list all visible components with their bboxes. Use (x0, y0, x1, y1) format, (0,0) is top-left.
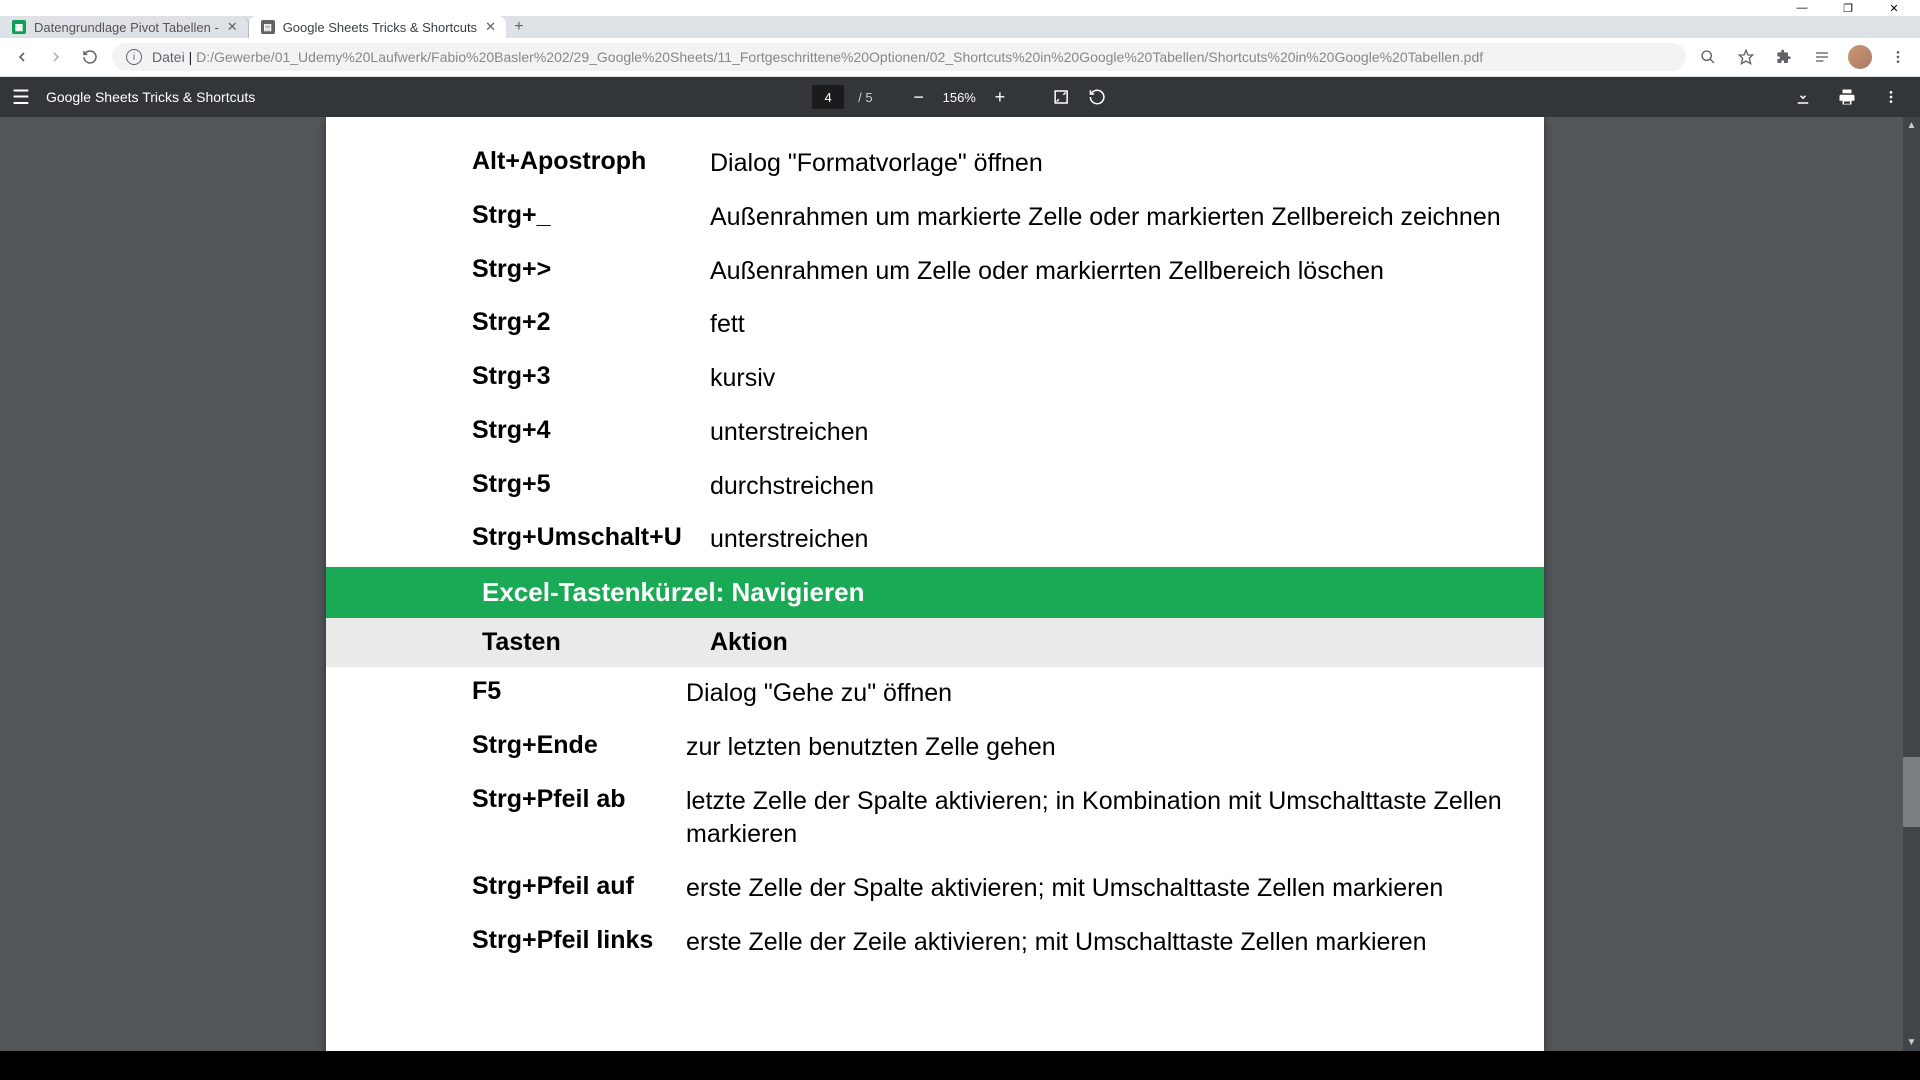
window-minimize-button[interactable]: — (1794, 0, 1810, 16)
vertical-scrollbar[interactable]: ▲ ▼ (1903, 117, 1920, 1051)
shortcut-key: Strg+4 (472, 416, 710, 445)
bottom-black-strip (0, 1051, 1920, 1080)
page-total-label: / 5 (858, 90, 872, 105)
browser-tabstrip: ▦ Datengrundlage Pivot Tabellen - ✕ ▤ Go… (0, 16, 1920, 38)
site-info-icon[interactable]: i (126, 49, 142, 65)
shortcut-key: Strg+2 (472, 308, 710, 337)
tab-title: Datengrundlage Pivot Tabellen - (34, 20, 219, 35)
shortcut-row: Strg+4 unterstreichen (472, 406, 1544, 460)
shortcut-key: Strg+Pfeil ab (472, 785, 686, 814)
shortcut-action: unterstreichen (710, 416, 898, 450)
rotate-icon[interactable] (1086, 88, 1108, 106)
shortcut-action: unterstreichen (710, 523, 898, 557)
tab-close-icon[interactable]: ✕ (485, 19, 496, 35)
shortcut-key: Strg+3 (472, 362, 710, 391)
shortcut-row: Strg+Ende zur letzten benutzten Zelle ge… (472, 721, 1544, 775)
shortcut-action: zur letzten benutzten Zelle gehen (686, 731, 1086, 765)
fit-to-page-icon[interactable] (1050, 88, 1072, 106)
extensions-icon[interactable] (1772, 45, 1796, 69)
scroll-down-arrow-icon[interactable]: ▼ (1903, 1034, 1920, 1051)
shortcut-row: F5 Dialog "Gehe zu" öffnen (472, 667, 1544, 721)
zoom-indicator-icon[interactable] (1696, 45, 1720, 69)
section-header-navigation: Excel-Tastenkürzel: Navigieren (326, 567, 1544, 618)
scrollbar-thumb[interactable] (1903, 757, 1920, 827)
table-header-row: Tasten Aktion (326, 618, 1544, 667)
shortcut-row: Strg+3 kursiv (472, 352, 1544, 406)
print-icon[interactable] (1836, 88, 1858, 106)
shortcut-key: F5 (472, 677, 686, 706)
pdf-icon: ▤ (261, 20, 275, 34)
column-header-action: Aktion (710, 628, 788, 657)
pdf-viewer-area[interactable]: Alt+Apostroph Dialog "Formatvorlage" öff… (0, 117, 1920, 1051)
more-options-icon[interactable] (1880, 89, 1902, 105)
page-number-input[interactable] (812, 85, 844, 109)
shortcut-row: Alt+Apostroph Dialog "Formatvorlage" öff… (472, 137, 1544, 191)
shortcut-row: Strg+> Außenrahmen um Zelle oder markier… (472, 245, 1544, 299)
new-tab-button[interactable]: + (506, 16, 532, 38)
shortcut-action: Außenrahmen um Zelle oder markierrten Ze… (710, 255, 1414, 289)
browser-toolbar: i Datei | D:/Gewerbe/01_Udemy%20Laufwerk… (0, 38, 1920, 77)
bookmark-star-icon[interactable] (1734, 45, 1758, 69)
zoom-in-button[interactable]: + (990, 87, 1010, 107)
shortcut-key: Strg+Pfeil links (472, 926, 686, 955)
shortcut-row: Strg+Pfeil ab letzte Zelle der Spalte ak… (472, 775, 1544, 863)
profile-avatar[interactable] (1848, 45, 1872, 69)
shortcut-action: erste Zelle der Spalte aktivieren; mit U… (686, 872, 1473, 906)
shortcut-row: Strg+5 durchstreichen (472, 460, 1544, 514)
shortcut-key: Strg+Pfeil auf (472, 872, 686, 901)
back-button[interactable] (10, 45, 34, 69)
scroll-up-arrow-icon[interactable]: ▲ (1903, 117, 1920, 134)
shortcut-key: Strg+5 (472, 470, 710, 499)
shortcut-key: Alt+Apostroph (472, 147, 710, 176)
tab-title: Google Sheets Tricks & Shortcuts (283, 20, 477, 35)
shortcut-row: Strg+2 fett (472, 298, 1544, 352)
shortcut-row: Strg+Pfeil auf erste Zelle der Spalte ak… (472, 862, 1544, 916)
shortcut-key: Strg+_ (472, 201, 710, 230)
shortcut-action: fett (710, 308, 775, 342)
browser-tab-1[interactable]: ▤ Google Sheets Tricks & Shortcuts ✕ (249, 16, 506, 38)
pdf-toolbar: ☰ Google Sheets Tricks & Shortcuts / 5 −… (0, 77, 1920, 117)
window-titlebar: — ❐ ✕ (0, 0, 1920, 16)
reading-list-icon[interactable] (1810, 45, 1834, 69)
browser-menu-icon[interactable] (1886, 45, 1910, 69)
shortcut-action: durchstreichen (710, 470, 904, 504)
shortcut-action: erste Zelle der Zeile aktivieren; mit Um… (686, 926, 1457, 960)
shortcut-action: Dialog "Formatvorlage" öffnen (710, 147, 1073, 181)
window-maximize-button[interactable]: ❐ (1840, 0, 1856, 16)
window-close-button[interactable]: ✕ (1886, 0, 1902, 16)
shortcut-key: Strg+Ende (472, 731, 686, 760)
reload-button[interactable] (78, 45, 102, 69)
shortcut-row: Strg+Umschalt+U unterstreichen (472, 513, 1544, 567)
zoom-level-label: 156% (943, 90, 976, 105)
address-bar[interactable]: i Datei | D:/Gewerbe/01_Udemy%20Laufwerk… (112, 43, 1686, 71)
url-path: D:/Gewerbe/01_Udemy%20Laufwerk/Fabio%20B… (196, 49, 1483, 65)
pdf-page: Alt+Apostroph Dialog "Formatvorlage" öff… (326, 117, 1544, 1051)
shortcut-row: Strg+_ Außenrahmen um markierte Zelle od… (472, 191, 1544, 245)
shortcut-action: letzte Zelle der Spalte aktivieren; in K… (686, 785, 1544, 853)
shortcut-key: Strg+> (472, 255, 710, 284)
tab-close-icon[interactable]: ✕ (227, 19, 238, 35)
sheets-icon: ▦ (12, 20, 26, 34)
shortcut-action: kursiv (710, 362, 805, 396)
shortcut-key: Strg+Umschalt+U (472, 523, 710, 552)
browser-tab-0[interactable]: ▦ Datengrundlage Pivot Tabellen - ✕ (0, 16, 249, 38)
shortcut-action: Dialog "Gehe zu" öffnen (686, 677, 982, 711)
column-header-keys: Tasten (482, 628, 710, 657)
shortcut-row: Strg+Pfeil links erste Zelle der Zeile a… (472, 916, 1544, 970)
forward-button[interactable] (44, 45, 68, 69)
url-scheme: Datei | D:/Gewerbe/01_Udemy%20Laufwerk/F… (152, 49, 1483, 65)
pdf-document-title: Google Sheets Tricks & Shortcuts (46, 89, 255, 105)
download-icon[interactable] (1792, 88, 1814, 106)
zoom-out-button[interactable]: − (909, 87, 929, 107)
shortcut-action: Außenrahmen um markierte Zelle oder mark… (710, 201, 1531, 235)
hamburger-menu-icon[interactable]: ☰ (12, 85, 30, 110)
